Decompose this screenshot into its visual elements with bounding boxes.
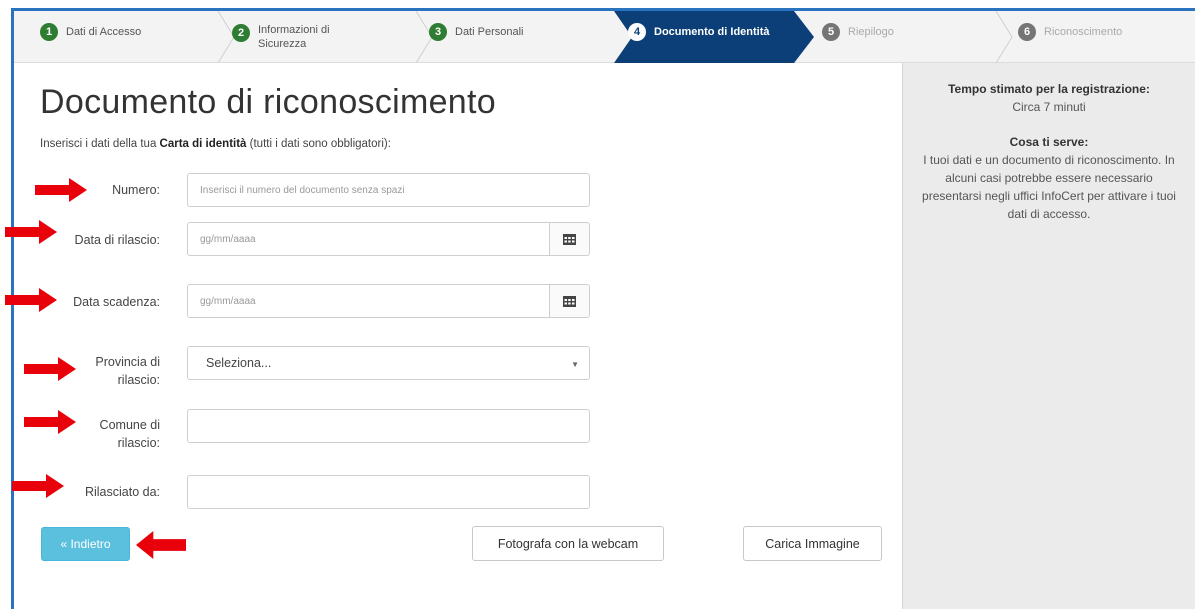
upload-image-button[interactable]: Carica Immagine (743, 526, 882, 561)
red-arrow-left-icon (136, 531, 186, 559)
calendar-icon (563, 296, 576, 307)
progress-steps: 1 Dati di Accesso 2 Informazioni di Sicu… (14, 11, 1195, 63)
comune-input[interactable] (187, 409, 590, 443)
step-label-line: Sicurezza (258, 38, 307, 50)
step-riconoscimento[interactable]: 6 Riconoscimento (1018, 11, 1122, 63)
step-number: 6 (1018, 23, 1036, 41)
comune-label-line: rilascio: (117, 436, 160, 450)
step-separator (995, 11, 1013, 63)
step-number: 2 (232, 24, 250, 42)
intro-prefix: Inserisci i dati della tua (40, 138, 160, 150)
step-label: Dati Personali (455, 26, 524, 38)
rilasciato-input[interactable] (187, 475, 590, 509)
calendar-button[interactable] (549, 284, 590, 318)
calendar-button[interactable] (549, 222, 590, 256)
back-button[interactable]: « Indietro (41, 527, 130, 561)
provincia-selected-value: Seleziona... (206, 356, 272, 370)
provincia-label-line: rilascio: (117, 373, 160, 387)
data-scadenza-label: Data scadenza: (73, 295, 160, 309)
step-dati-accesso[interactable]: 1 Dati di Accesso (40, 11, 141, 63)
red-arrow-icon (5, 288, 57, 312)
step-label: Informazioni di Sicurezza (258, 21, 330, 51)
step-label: Documento di Identità (654, 26, 770, 38)
step-label: Dati di Accesso (66, 26, 142, 38)
step-number: 1 (40, 23, 58, 41)
step-label: Riconoscimento (1044, 26, 1123, 38)
red-arrow-icon (12, 474, 64, 498)
data-rilascio-label: Data di rilascio: (74, 233, 160, 247)
step-label-line: Informazioni di (258, 24, 330, 36)
step-documento-identita[interactable]: 4 Documento di Identità (628, 11, 770, 63)
red-arrow-icon (5, 220, 57, 244)
time-value: Circa 7 minuti (1012, 100, 1086, 114)
step-informazioni-sicurezza[interactable]: 2 Informazioni di Sicurezza (232, 11, 330, 63)
caret-down-icon: ▼ (571, 360, 579, 369)
info-sidebar: Tempo stimato per la registrazione: Circ… (902, 63, 1195, 609)
intro-bold: Carta di identità (159, 138, 247, 150)
need-text: I tuoi dati e un documento di riconoscim… (922, 153, 1176, 221)
intro-text: Inserisci i dati della tua Carta di iden… (40, 138, 391, 150)
data-scadenza-input[interactable]: gg/mm/aaaa (187, 284, 550, 318)
need-heading: Cosa ti serve: (1009, 135, 1089, 149)
time-heading: Tempo stimato per la registrazione: (948, 82, 1150, 96)
comune-label-line: Comune di (99, 418, 160, 432)
data-rilascio-input[interactable]: gg/mm/aaaa (187, 222, 550, 256)
webcam-button[interactable]: Fotografa con la webcam (472, 526, 664, 561)
page-title: Documento di riconoscimento (40, 83, 496, 121)
step-number: 5 (822, 23, 840, 41)
step-riepilogo[interactable]: 5 Riepilogo (822, 11, 894, 63)
red-arrow-icon (24, 410, 76, 434)
calendar-icon (563, 234, 576, 245)
red-arrow-icon (24, 357, 76, 381)
intro-suffix: (tutti i dati sono obbligatori): (246, 138, 391, 150)
step-label: Riepilogo (848, 26, 894, 38)
step-number: 4 (628, 23, 646, 41)
provincia-label-line: Provincia di (95, 355, 160, 369)
provincia-select[interactable]: Seleziona... ▼ (187, 346, 590, 380)
step-dati-personali[interactable]: 3 Dati Personali (429, 11, 523, 63)
numero-input[interactable]: Inserisci il numero del documento senza … (187, 173, 590, 207)
red-arrow-icon (35, 178, 87, 202)
step-number: 3 (429, 23, 447, 41)
